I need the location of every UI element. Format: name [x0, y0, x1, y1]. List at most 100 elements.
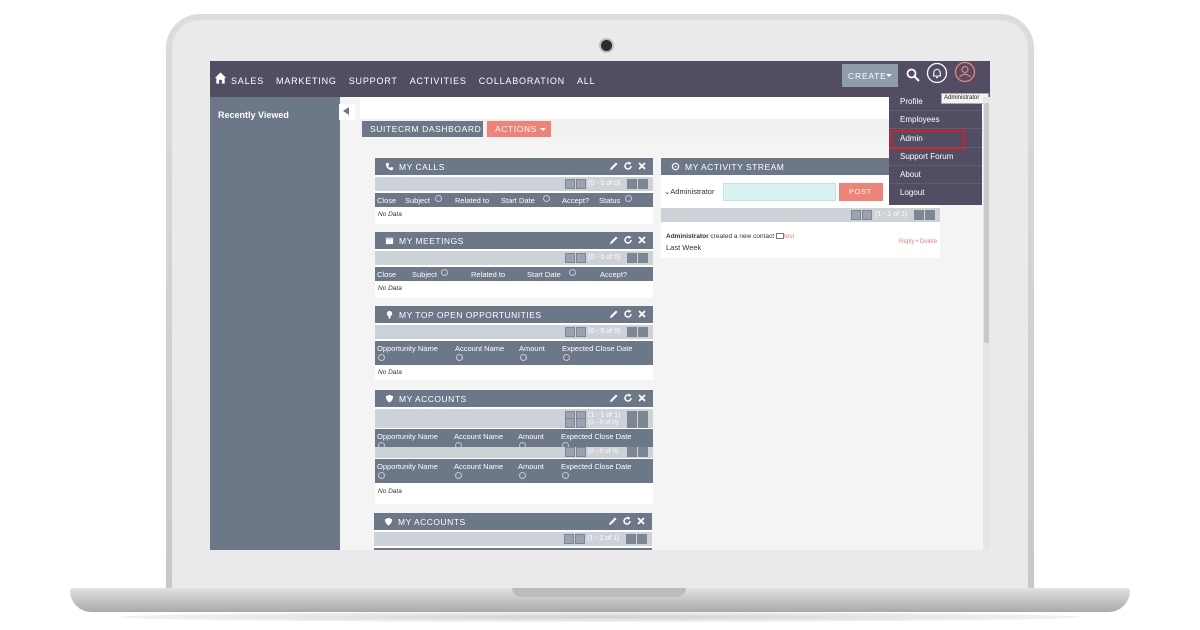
menu-item-logout[interactable]: Logout [900, 188, 924, 197]
last-page-button[interactable] [638, 447, 648, 457]
last-page-button[interactable] [638, 179, 648, 189]
last-page-button[interactable] [925, 210, 935, 220]
refresh-icon[interactable] [622, 516, 632, 526]
home-icon[interactable] [214, 71, 227, 85]
col-expected-close-date[interactable]: Expected Close Date [562, 344, 632, 353]
col-related-to[interactable]: Related to [455, 196, 489, 205]
sort-icon[interactable] [456, 354, 463, 361]
pencil-icon[interactable] [609, 393, 619, 403]
next-page-button[interactable] [627, 253, 637, 263]
nav-all[interactable]: ALL [577, 76, 595, 86]
next-page-button[interactable] [627, 447, 637, 457]
refresh-icon[interactable] [623, 309, 633, 319]
tab-suitecrm-dashboard[interactable]: SUITECRM DASHBOARD [362, 121, 483, 137]
scrollbar-thumb[interactable] [984, 103, 989, 343]
col-close[interactable]: Close [377, 196, 396, 205]
create-button[interactable]: CREATE [842, 64, 898, 87]
sort-icon[interactable] [543, 195, 550, 202]
last-page-button[interactable] [638, 418, 648, 428]
col-accept[interactable]: Accept? [600, 270, 627, 279]
col-start-date[interactable]: Start Date [501, 196, 535, 205]
menu-item-employees[interactable]: Employees [900, 115, 940, 124]
col-amount[interactable]: Amount [519, 344, 545, 353]
refresh-icon[interactable] [623, 235, 633, 245]
col-opportunity-name[interactable]: Opportunity Name [377, 432, 438, 441]
col-account-name[interactable]: Account Name [454, 462, 503, 471]
search-icon[interactable] [906, 68, 920, 82]
post-button[interactable]: POST [839, 183, 883, 201]
col-opportunity-name[interactable]: Opportunity Name [377, 344, 438, 353]
close-icon[interactable] [637, 161, 647, 171]
prev-page-button[interactable] [576, 418, 586, 428]
nav-collaboration[interactable]: COLLABORATION [479, 76, 565, 86]
first-page-button[interactable] [565, 179, 575, 189]
sort-icon[interactable] [455, 472, 462, 479]
last-page-button[interactable] [637, 534, 647, 544]
actions-button[interactable]: ACTIONS [487, 121, 551, 137]
prev-page-button[interactable] [862, 210, 872, 220]
next-page-button[interactable] [914, 210, 924, 220]
menu-item-about[interactable]: About [900, 170, 921, 179]
post-input[interactable] [723, 183, 836, 201]
page-scrollbar[interactable] [983, 97, 990, 550]
sort-icon[interactable] [519, 472, 526, 479]
refresh-icon[interactable] [623, 393, 633, 403]
pencil-icon[interactable] [609, 161, 619, 171]
sort-icon[interactable] [562, 472, 569, 479]
first-page-button[interactable] [565, 253, 575, 263]
pencil-icon[interactable] [608, 516, 618, 526]
col-amount[interactable]: Amount [518, 432, 544, 441]
bell-icon[interactable] [926, 62, 948, 84]
close-icon[interactable] [637, 309, 647, 319]
nav-support[interactable]: SUPPORT [349, 76, 398, 86]
menu-item-support-forum[interactable]: Support Forum [900, 152, 953, 161]
next-page-button[interactable] [627, 418, 637, 428]
col-amount[interactable]: Amount [518, 462, 544, 471]
sort-icon[interactable] [569, 269, 576, 276]
last-page-button[interactable] [638, 327, 648, 337]
sidebar-toggle-button[interactable] [339, 104, 355, 120]
sort-icon[interactable] [378, 354, 385, 361]
first-page-button[interactable] [565, 327, 575, 337]
first-page-button[interactable] [564, 534, 574, 544]
prev-page-button[interactable] [576, 179, 586, 189]
col-close[interactable]: Close [377, 270, 396, 279]
next-page-button[interactable] [627, 327, 637, 337]
col-start-date[interactable]: Start Date [527, 270, 561, 279]
refresh-icon[interactable] [623, 161, 633, 171]
reply-link[interactable]: Reply [899, 239, 914, 245]
first-page-button[interactable] [565, 447, 575, 457]
col-subject[interactable]: Subject [412, 270, 437, 279]
nav-marketing[interactable]: MARKETING [276, 76, 337, 86]
prev-page-button[interactable] [575, 534, 585, 544]
col-account-name[interactable]: Account Name [454, 432, 503, 441]
sort-icon[interactable] [625, 195, 632, 202]
close-icon[interactable] [636, 516, 646, 526]
delete-link[interactable]: Delete [920, 239, 937, 245]
next-page-button[interactable] [626, 534, 636, 544]
pencil-icon[interactable] [609, 309, 619, 319]
sort-icon[interactable] [441, 269, 448, 276]
last-page-button[interactable] [638, 253, 648, 263]
close-icon[interactable] [637, 393, 647, 403]
col-expected-close-date[interactable]: Expected Close Date [561, 432, 631, 441]
col-account-name[interactable]: Account Name [455, 344, 504, 353]
prev-page-button[interactable] [576, 253, 586, 263]
first-page-button[interactable] [851, 210, 861, 220]
col-accept[interactable]: Accept? [562, 196, 589, 205]
sort-icon[interactable] [520, 354, 527, 361]
stream-entry-user[interactable]: Administrator [666, 233, 709, 240]
col-subject[interactable]: Subject [405, 196, 430, 205]
prev-page-button[interactable] [576, 327, 586, 337]
col-related-to[interactable]: Related to [471, 270, 505, 279]
menu-item-profile[interactable]: Profile [900, 97, 923, 106]
user-icon[interactable] [954, 61, 976, 83]
first-page-button[interactable] [565, 418, 575, 428]
nav-sales[interactable]: SALES [231, 76, 264, 86]
sort-icon[interactable] [435, 195, 442, 202]
sort-icon[interactable] [563, 354, 570, 361]
stream-entry-link[interactable]: test [784, 233, 794, 240]
menu-item-admin[interactable]: Admin [900, 134, 923, 143]
prev-page-button[interactable] [576, 447, 586, 457]
next-page-button[interactable] [627, 179, 637, 189]
